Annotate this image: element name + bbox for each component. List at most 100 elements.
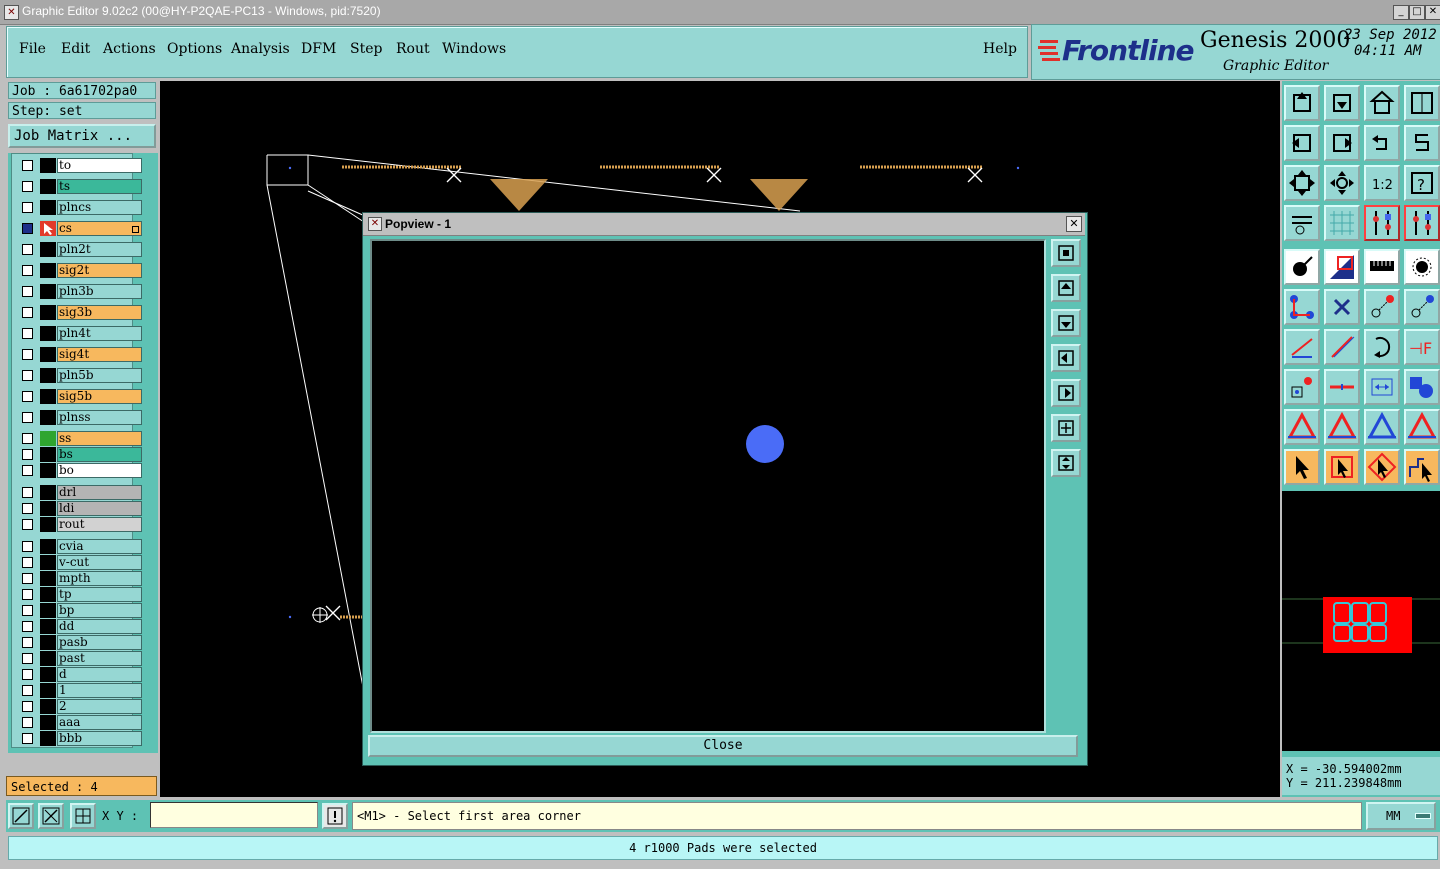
layer-status-icon[interactable]	[40, 158, 56, 173]
layer-row-dd[interactable]: dd	[22, 619, 142, 634]
layer-status-icon[interactable]	[40, 731, 56, 746]
layer-name[interactable]: rout	[57, 517, 142, 532]
layer-status-icon[interactable]	[40, 284, 56, 299]
zoom-fit-button[interactable]	[1284, 165, 1320, 201]
layer-name[interactable]: sig4t	[57, 347, 142, 362]
layer-status-icon[interactable]	[40, 485, 56, 500]
layer-status-icon[interactable]	[40, 305, 56, 320]
layer-row-bs[interactable]: bs	[22, 447, 142, 462]
popview-pan-down-button[interactable]	[1051, 309, 1081, 337]
zoom-home-button[interactable]	[1324, 165, 1360, 201]
layer-name[interactable]: ldi	[57, 501, 142, 516]
layer-row-ss[interactable]: ss	[22, 431, 142, 446]
layer-status-icon[interactable]	[40, 200, 56, 215]
layer-name[interactable]: pasb	[57, 635, 142, 650]
affected-layer-icon[interactable]	[40, 431, 56, 446]
triangle-red-button[interactable]	[1324, 409, 1360, 445]
layer-status-icon[interactable]	[40, 463, 56, 478]
scale-1-2-button[interactable]: 1:2	[1364, 165, 1400, 201]
layer-row-sig3b[interactable]: sig3b	[22, 305, 142, 320]
select-route-button[interactable]	[1404, 449, 1440, 485]
popview-zoom-fit-button[interactable]	[1051, 239, 1081, 267]
layer-name[interactable]: pln2t	[57, 242, 142, 257]
layer-row-pln5b[interactable]: pln5b	[22, 368, 142, 383]
layer-row-pln2t[interactable]: pln2t	[22, 242, 142, 257]
layer-status-icon[interactable]	[40, 263, 56, 278]
layer-row-sig4t[interactable]: sig4t	[22, 347, 142, 362]
arc-button[interactable]	[1364, 329, 1400, 365]
menu-windows[interactable]: Windows	[442, 41, 506, 57]
layer-status-icon[interactable]	[40, 368, 56, 383]
layer-checkbox[interactable]	[22, 160, 33, 171]
layer-status-icon[interactable]	[40, 555, 56, 570]
layer-name[interactable]: cvia	[57, 539, 142, 554]
popview-pan-up-button[interactable]	[1051, 274, 1081, 302]
layer-row-v-cut[interactable]: v-cut	[22, 555, 142, 570]
draw-line-button[interactable]	[1284, 329, 1320, 365]
layer-status-icon[interactable]	[40, 326, 56, 341]
layer-row-bo[interactable]: bo	[22, 463, 142, 478]
layer-row-pln3b[interactable]: pln3b	[22, 284, 142, 299]
layer-checkbox[interactable]	[22, 487, 33, 498]
layer-status-icon[interactable]	[40, 347, 56, 362]
layer-name[interactable]: sig5b	[57, 389, 142, 404]
layer-checkbox[interactable]	[22, 449, 33, 460]
line-segment-button[interactable]	[1324, 369, 1360, 405]
move-vertex-alt-button[interactable]	[1404, 289, 1440, 325]
undo-view-button[interactable]	[1364, 125, 1400, 161]
grid-mode-icon[interactable]	[70, 803, 96, 829]
layer-row-tp[interactable]: tp	[22, 587, 142, 602]
layer-name[interactable]: ts	[57, 179, 142, 194]
layer-checkbox[interactable]	[22, 717, 33, 728]
layer-status-icon[interactable]	[40, 587, 56, 602]
layer-checkbox[interactable]	[22, 541, 33, 552]
copy-pad-button[interactable]	[1284, 369, 1320, 405]
layer-row-bp[interactable]: bp	[22, 603, 142, 618]
layer-status-icon[interactable]	[40, 683, 56, 698]
add-pad-button[interactable]	[1284, 249, 1320, 285]
layer-status-icon[interactable]	[40, 179, 56, 194]
layer-row-1[interactable]: 1	[22, 683, 142, 698]
layer-name[interactable]: plncs	[57, 200, 142, 215]
close-window-button[interactable]: ✕	[1425, 5, 1440, 20]
layer-checkbox[interactable]	[22, 557, 33, 568]
layer-row-sig2t[interactable]: sig2t	[22, 263, 142, 278]
layer-checkbox[interactable]	[22, 181, 33, 192]
measure-button[interactable]	[1364, 369, 1400, 405]
layer-checkbox[interactable]	[22, 433, 33, 444]
layer-checkbox[interactable]	[22, 519, 33, 530]
layer-name[interactable]: tp	[57, 587, 142, 602]
triangle-blue-button[interactable]	[1364, 409, 1400, 445]
layer-name[interactable]: to	[57, 158, 142, 173]
layer-row-ldi[interactable]: ldi	[22, 501, 142, 516]
layer-checkbox[interactable]	[22, 573, 33, 584]
layer-name[interactable]: pln4t	[57, 326, 142, 341]
layer-checkbox[interactable]	[22, 589, 33, 600]
move-vertex-button[interactable]	[1364, 289, 1400, 325]
pan-right-button[interactable]	[1324, 125, 1360, 161]
popview-pan-left-button[interactable]	[1051, 344, 1081, 372]
query-button[interactable]: ?	[1404, 165, 1440, 201]
layer-name[interactable]: pln5b	[57, 368, 142, 383]
layer-checkbox[interactable]	[22, 412, 33, 423]
layer-name[interactable]: v-cut	[57, 555, 142, 570]
minimize-button[interactable]: _	[1393, 5, 1409, 20]
layer-row-cvia[interactable]: cvia	[22, 539, 142, 554]
layer-status-icon[interactable]	[40, 635, 56, 650]
layer-name[interactable]: d	[57, 667, 142, 682]
layer-row-sig5b[interactable]: sig5b	[22, 389, 142, 404]
pan-left-button[interactable]	[1284, 125, 1320, 161]
layer-name[interactable]: aaa	[57, 715, 142, 730]
menu-rout[interactable]: Rout	[396, 41, 430, 57]
popview-close-icon[interactable]: ✕	[1066, 216, 1082, 232]
layer-name[interactable]: bo	[57, 463, 142, 478]
layer-checkbox[interactable]	[22, 503, 33, 514]
layer-checkbox[interactable]	[22, 307, 33, 318]
layer-checkbox[interactable]	[22, 621, 33, 632]
select-arrow-button[interactable]	[1284, 449, 1320, 485]
layer-checkbox[interactable]	[22, 328, 33, 339]
layers-select-button[interactable]	[1364, 205, 1400, 241]
layer-status-icon[interactable]	[40, 571, 56, 586]
layer-row-ts[interactable]: ts	[22, 179, 142, 194]
popview-close-button[interactable]: Close	[368, 735, 1078, 757]
